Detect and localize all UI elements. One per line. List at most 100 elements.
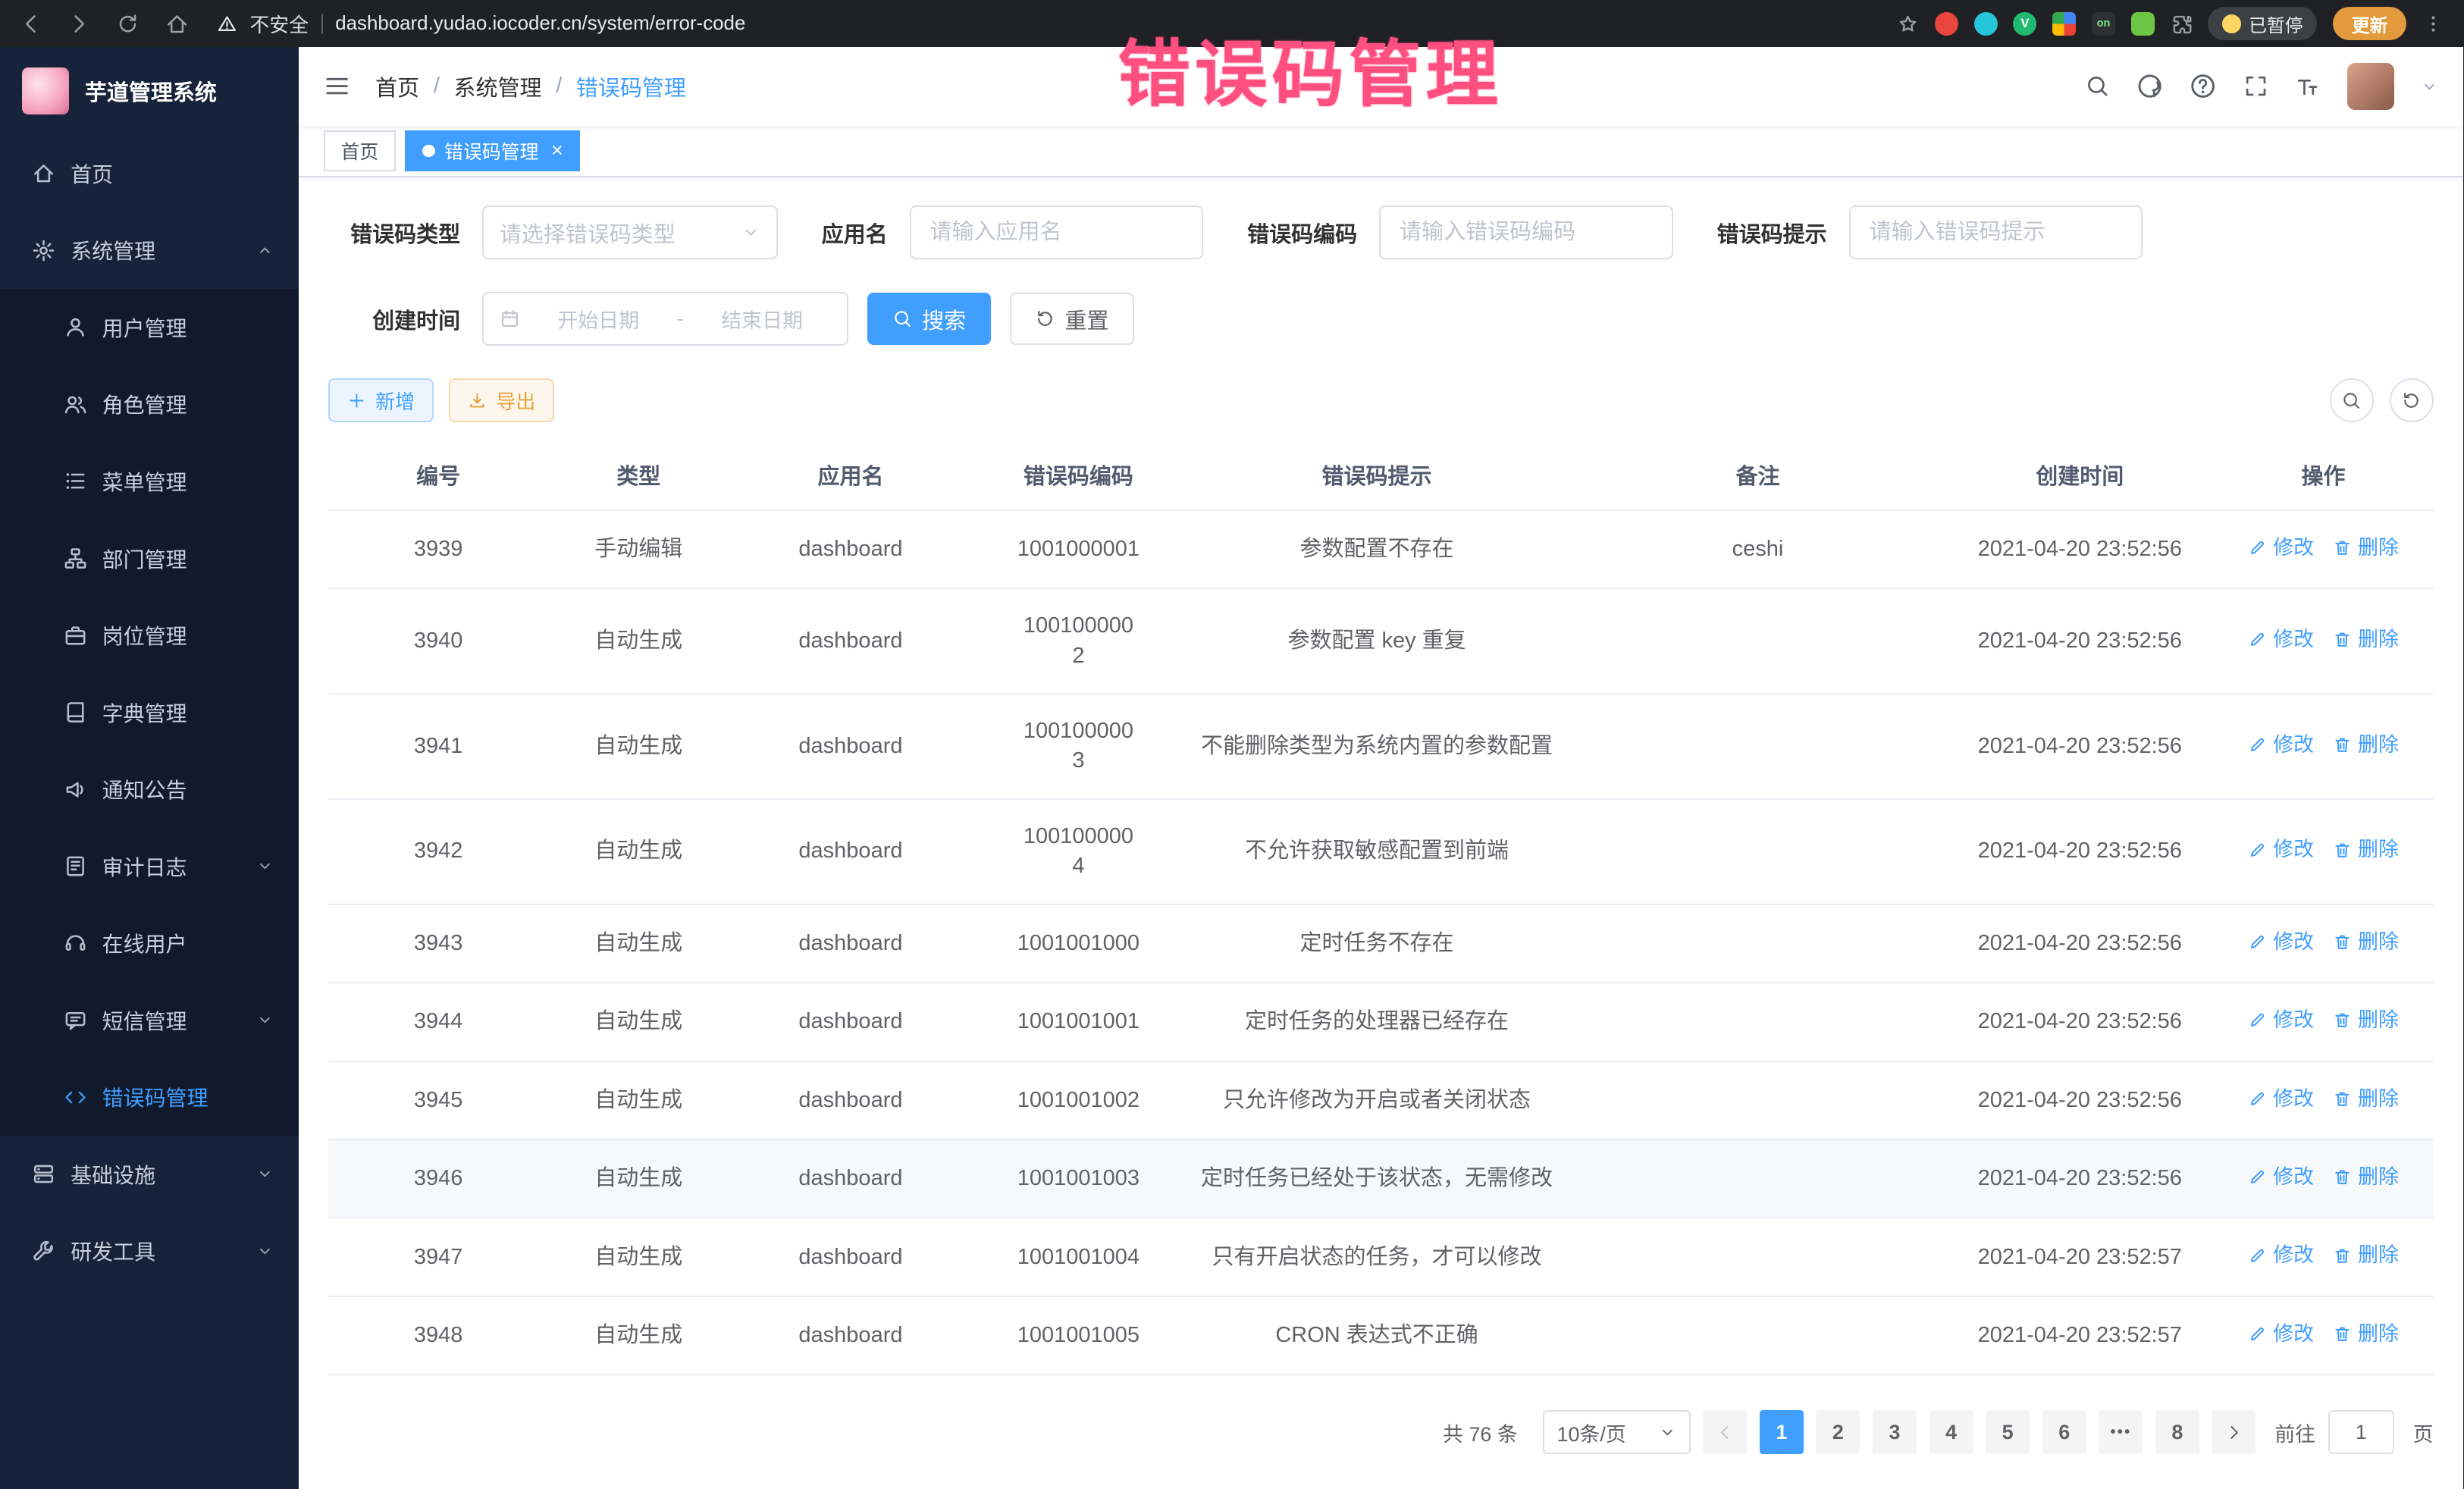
cell-time: 2021-04-20 23:52:56	[1946, 1061, 2213, 1139]
edit-link[interactable]: 修改	[2248, 1319, 2314, 1349]
sidebar-item-system[interactable]: 系统管理	[0, 212, 299, 290]
tag-error-code[interactable]: 错误码管理 ×	[405, 130, 580, 171]
extension-icon-2[interactable]	[1974, 12, 1998, 36]
date-range-picker[interactable]: 开始日期 - 结束日期	[482, 292, 848, 345]
refresh-table-button[interactable]	[2390, 378, 2434, 422]
sidebar-item-online-users[interactable]: 在线用户	[0, 904, 299, 982]
page-size-select[interactable]: 10条/页	[1543, 1410, 1691, 1454]
edit-link[interactable]: 修改	[2248, 625, 2314, 654]
sidebar-item-roles[interactable]: 角色管理	[0, 366, 299, 444]
delete-link[interactable]: 删除	[2333, 1084, 2399, 1114]
address-bar[interactable]: 不安全 dashboard.yudao.iocoder.cn/system/er…	[217, 10, 1897, 38]
app-name-input[interactable]	[910, 205, 1203, 259]
sidebar-item-dicts[interactable]: 字典管理	[0, 674, 299, 751]
sidebar-item-audit-log[interactable]: 审计日志	[0, 828, 299, 905]
error-msg-input[interactable]	[1849, 205, 2143, 259]
page-button-8[interactable]: 8	[2155, 1410, 2199, 1454]
search-icon[interactable]	[2085, 74, 2110, 99]
delete-link[interactable]: 删除	[2333, 1005, 2399, 1035]
edit-link[interactable]: 修改	[2248, 730, 2314, 760]
error-type-select[interactable]: 请选择错误码类型	[482, 205, 778, 259]
page-button-2[interactable]: 2	[1816, 1410, 1860, 1454]
extension-icon-3[interactable]: V	[2013, 12, 2036, 36]
cell-id: 3941	[328, 694, 548, 799]
delete-link[interactable]: 删除	[2333, 1240, 2399, 1270]
logo-image	[22, 67, 69, 114]
delete-link[interactable]: 删除	[2333, 927, 2399, 957]
error-code-input[interactable]	[1379, 205, 1672, 259]
edit-link-label: 修改	[2273, 835, 2314, 864]
next-page-button[interactable]	[2212, 1410, 2256, 1454]
app-logo[interactable]: 芋道管理系统	[0, 47, 299, 135]
extension-icon-4[interactable]	[2052, 12, 2076, 36]
delete-link[interactable]: 删除	[2333, 730, 2399, 760]
breadcrumb-system[interactable]: 系统管理	[454, 71, 542, 102]
extension-icon-1[interactable]	[1935, 12, 1958, 36]
extension-icon-5[interactable]: on	[2092, 12, 2115, 36]
reset-button[interactable]: 重置	[1010, 293, 1134, 344]
delete-link[interactable]: 删除	[2333, 1162, 2399, 1192]
page-button-4[interactable]: 4	[1930, 1410, 1973, 1454]
url-text[interactable]: dashboard.yudao.iocoder.cn/system/error-…	[335, 13, 745, 35]
goto-page-input[interactable]	[2328, 1410, 2394, 1454]
page-more-button[interactable]: •••	[2099, 1410, 2143, 1454]
edit-link[interactable]: 修改	[2248, 1240, 2314, 1270]
page-button-3[interactable]: 3	[1873, 1410, 1917, 1454]
back-icon[interactable]	[19, 12, 42, 36]
page-button-1[interactable]: 1	[1760, 1410, 1804, 1454]
sidebar-item-infrastructure[interactable]: 基础设施	[0, 1136, 299, 1213]
search-button[interactable]: 搜索	[867, 293, 992, 344]
page-button-5[interactable]: 5	[1986, 1410, 2030, 1454]
sidebar-item-users[interactable]: 用户管理	[0, 289, 299, 366]
delete-link[interactable]: 删除	[2333, 1319, 2399, 1349]
breadcrumb-home[interactable]: 首页	[375, 71, 419, 102]
cell-remark	[1569, 1061, 1946, 1139]
kebab-menu-icon[interactable]	[2422, 13, 2444, 35]
delete-link[interactable]: 删除	[2333, 835, 2399, 864]
edit-link[interactable]: 修改	[2248, 927, 2314, 957]
tags-bar: 首页 错误码管理 ×	[299, 126, 2463, 177]
forward-icon[interactable]	[67, 12, 91, 36]
sidebar-item-home[interactable]: 首页	[0, 135, 299, 212]
fullscreen-icon[interactable]	[2243, 74, 2268, 99]
edit-link[interactable]: 修改	[2248, 1084, 2314, 1114]
chevron-down-icon[interactable]	[2421, 78, 2438, 96]
edit-link[interactable]: 修改	[2248, 835, 2314, 864]
export-button[interactable]: 导出	[449, 378, 554, 422]
edit-icon	[2248, 1324, 2267, 1343]
sidebar-item-dev-tools[interactable]: 研发工具	[0, 1212, 299, 1290]
paused-badge[interactable]: 已暂停	[2208, 7, 2317, 40]
sidebar-item-error-codes[interactable]: 错误码管理	[0, 1058, 299, 1136]
close-icon[interactable]: ×	[551, 140, 563, 161]
sidebar-item-label: 错误码管理	[102, 1082, 208, 1112]
browser-home-icon[interactable]	[165, 12, 189, 36]
sidebar-item-menus[interactable]: 菜单管理	[0, 443, 299, 520]
sidebar-item-posts[interactable]: 岗位管理	[0, 597, 299, 674]
update-button[interactable]: 更新	[2333, 7, 2406, 40]
hamburger-icon[interactable]	[324, 73, 350, 99]
tag-home[interactable]: 首页	[324, 130, 396, 171]
help-icon[interactable]	[2190, 73, 2216, 99]
delete-link[interactable]: 删除	[2333, 533, 2399, 563]
user-avatar[interactable]	[2347, 63, 2394, 110]
edit-link[interactable]: 修改	[2248, 533, 2314, 563]
github-icon[interactable]	[2136, 73, 2163, 99]
bookmark-star-icon[interactable]	[1897, 13, 1919, 35]
font-size-icon[interactable]	[2295, 74, 2320, 99]
delete-icon	[2333, 630, 2352, 649]
extensions-puzzle-icon[interactable]	[2171, 13, 2193, 35]
prev-page-button[interactable]	[1703, 1410, 1747, 1454]
cell-remark	[1569, 1218, 1946, 1296]
edit-link[interactable]: 修改	[2248, 1005, 2314, 1035]
sidebar-item-sms[interactable]: 短信管理	[0, 982, 299, 1059]
toggle-search-button[interactable]	[2330, 378, 2374, 422]
page-button-6[interactable]: 6	[2042, 1410, 2086, 1454]
delete-icon	[2333, 841, 2352, 860]
reload-icon[interactable]	[116, 12, 140, 36]
delete-link[interactable]: 删除	[2333, 625, 2399, 654]
sidebar-item-notices[interactable]: 通知公告	[0, 751, 299, 828]
extension-icon-6[interactable]	[2131, 12, 2155, 36]
add-button[interactable]: 新增	[328, 378, 434, 422]
sidebar-item-depts[interactable]: 部门管理	[0, 520, 299, 597]
edit-link[interactable]: 修改	[2248, 1162, 2314, 1192]
